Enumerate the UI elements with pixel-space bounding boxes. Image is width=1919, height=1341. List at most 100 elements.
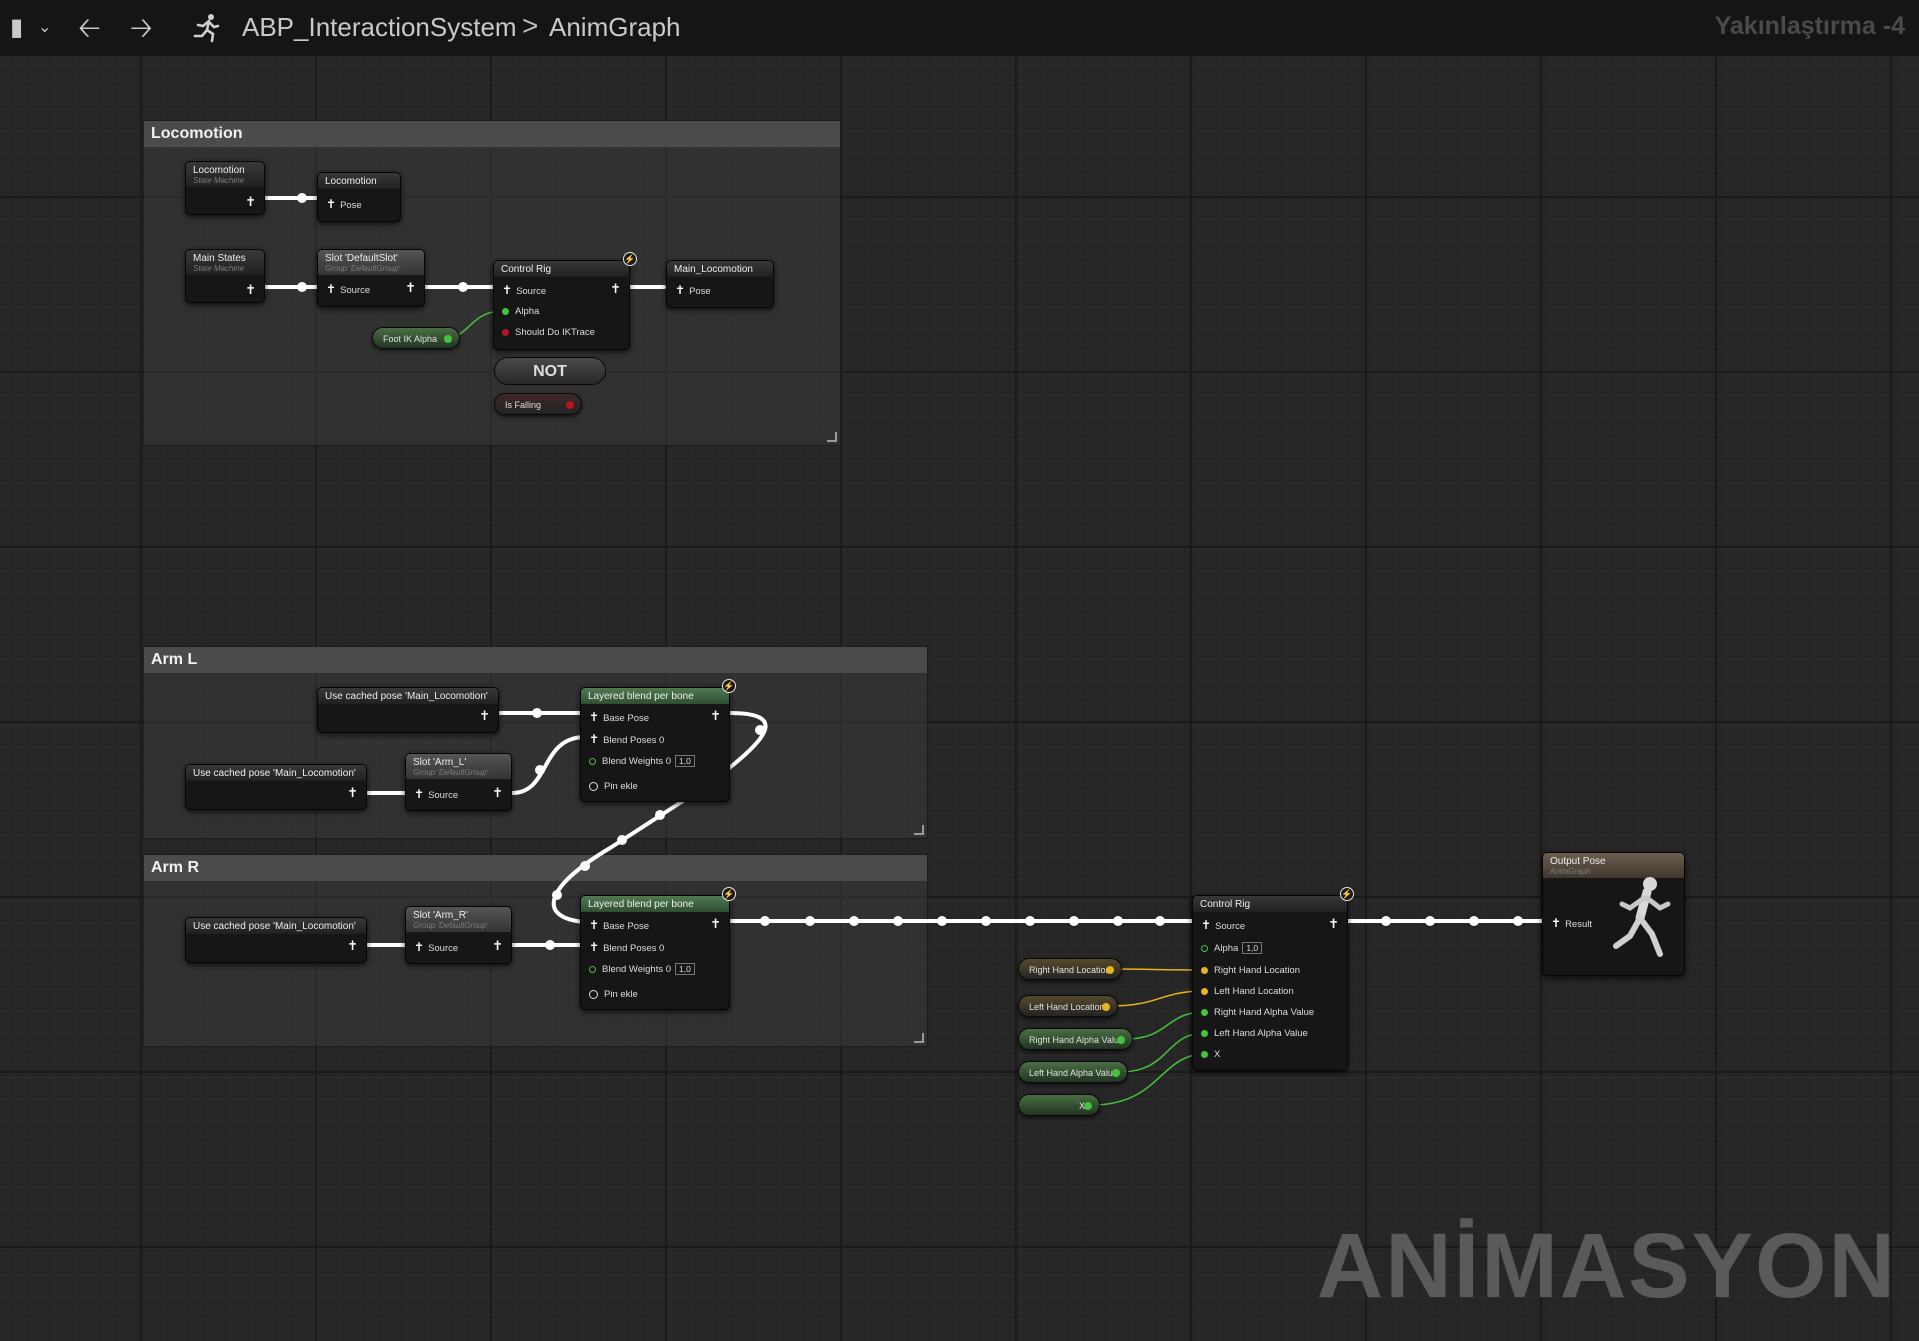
variable-label: Foot IK Alpha [383, 334, 438, 344]
pose-pin-icon: ✝ [326, 282, 337, 296]
pose-output-pin-icon[interactable]: ✝ [245, 282, 256, 298]
pin-label: Pose [689, 286, 711, 297]
state-machine-main-states-node[interactable]: Main States State Machine ✝ [185, 249, 265, 303]
right-hand-alpha-value-variable[interactable]: Right Hand Alpha Value [1018, 1028, 1133, 1050]
pose-output-pin-icon[interactable]: ✝ [492, 785, 503, 801]
not-boolean-node[interactable]: NOT [494, 357, 606, 385]
running-mannequin-icon [1613, 877, 1671, 957]
pose-output-pin-icon[interactable]: ✝ [1328, 916, 1339, 932]
float-pin-icon [502, 307, 509, 315]
x-variable[interactable]: X [1018, 1094, 1100, 1116]
pose-pin-icon: ✝ [675, 283, 686, 297]
pose-pin-icon: ✝ [326, 197, 337, 211]
float-pin-icon [1201, 1029, 1208, 1037]
pose-pin-icon: ✝ [1201, 918, 1212, 932]
node-title: Control Rig [501, 264, 552, 275]
vector-pin-icon [1201, 987, 1208, 995]
pose-pin-icon: ✝ [414, 940, 425, 954]
node-subtitle: State Machine [193, 264, 245, 273]
pose-pin-icon: ✝ [589, 710, 600, 724]
pin-label: Alpha [515, 306, 540, 317]
use-cached-pose-node[interactable]: Use cached pose 'Main_Locomotion' ✝ [185, 917, 367, 963]
blend-weight-input[interactable]: 1,0 [675, 755, 695, 767]
pin-label: Blend Poses 0 [603, 735, 665, 746]
right-hand-location-variable[interactable]: Right Hand Location [1018, 958, 1122, 980]
blend-weight-input[interactable]: 1,0 [675, 963, 695, 975]
pin-label: Result [1565, 919, 1592, 930]
node-title: Locomotion [325, 176, 377, 187]
pin-label: Left Hand Location [1214, 986, 1294, 997]
pose-pin-icon: ✝ [414, 787, 425, 801]
pose-output-pin-icon[interactable]: ✝ [610, 281, 621, 297]
float-pin-icon [589, 965, 596, 973]
slot-arm-r-node[interactable]: Slot 'Arm_R' Group 'DefaultGroup' ✝ Source… [405, 906, 512, 964]
pin-label: Blend Poses 0 [603, 943, 665, 954]
variable-label: Left Hand Alpha Value [1029, 1068, 1118, 1078]
foot-ik-alpha-variable[interactable]: Foot IK Alpha [372, 327, 460, 349]
node-title: Output Pose [1550, 856, 1606, 867]
pose-wire [510, 735, 586, 795]
pose-output-pin-icon[interactable]: ✝ [710, 708, 721, 724]
float-pin-icon [1117, 1036, 1125, 1044]
lightning-bolt-icon: ⚡ [722, 887, 736, 901]
node-title: Main_Locomotion [674, 264, 753, 275]
wire-beads [297, 193, 1523, 950]
save-cached-pose-main-locomotion-node[interactable]: Main_Locomotion ✝ Pose [666, 260, 774, 308]
lightning-bolt-icon: ⚡ [1340, 887, 1354, 901]
layered-blend-per-bone-node-l[interactable]: Layered blend per bone ✝ Base Pose ✝ ✝ Ble… [580, 687, 730, 802]
pin-label: Blend Weights 0 [602, 756, 672, 767]
variable-label: Left Hand Location [1029, 1002, 1105, 1012]
float-pin-icon [1112, 1069, 1120, 1077]
pose-pin-icon: ✝ [589, 918, 600, 932]
node-title: Layered blend per bone [588, 691, 694, 702]
pose-output-pin-icon[interactable]: ✝ [492, 938, 503, 954]
alpha-input[interactable]: 1,0 [1242, 942, 1263, 954]
state-machine-locomotion-node[interactable]: Locomotion State Machine ✝ [185, 161, 265, 215]
control-rig-hands-node[interactable]: Control Rig ✝ Source ✝ Alpha 1,0 Right Han… [1192, 895, 1348, 1071]
pin-label: Source [428, 790, 459, 801]
lightning-bolt-icon: ⚡ [623, 252, 637, 266]
pose-pin-icon: ✝ [589, 732, 600, 746]
pose-output-pin-icon[interactable]: ✝ [405, 280, 416, 296]
float-pin-icon [444, 335, 452, 343]
use-cached-pose-node[interactable]: Use cached pose 'Main_Locomotion' ✝ [185, 764, 367, 810]
pose-pin-icon: ✝ [589, 940, 600, 954]
pose-output-pin-icon[interactable]: ✝ [245, 194, 256, 210]
node-subtitle: Group 'DefaultGroup' [413, 768, 489, 777]
node-title: NOT [533, 363, 567, 380]
node-title: Use cached pose 'Main_Locomotion' [325, 691, 488, 702]
pose-output-pin-icon[interactable]: ✝ [479, 708, 490, 724]
pin-label: Right Hand Location [1214, 965, 1301, 976]
node-title: Use cached pose 'Main_Locomotion' [193, 768, 356, 779]
pose-output-pin-icon[interactable]: ✝ [710, 916, 721, 932]
pin-label: Blend Weights 0 [602, 964, 672, 975]
use-cached-pose-node[interactable]: Use cached pose 'Main_Locomotion' ✝ [317, 687, 499, 733]
node-title: Control Rig [1200, 899, 1251, 910]
vector-pin-icon [1201, 966, 1208, 974]
float-pin-icon [589, 757, 596, 765]
float-pin-icon [1201, 944, 1208, 952]
pose-output-pin-icon[interactable]: ✝ [347, 785, 358, 801]
add-pin-icon [589, 781, 598, 791]
pose-output-pin-icon[interactable]: ✝ [347, 938, 358, 954]
bool-pin-icon [502, 328, 509, 336]
save-cached-pose-locomotion-node[interactable]: Locomotion ✝ Pose [317, 172, 401, 222]
float-pin-icon [1201, 1050, 1208, 1058]
pin-label: Alpha [1214, 943, 1239, 954]
wire-layer [264, 193, 1552, 1106]
is-falling-variable[interactable]: Is Falling [494, 393, 582, 415]
slot-arm-l-node[interactable]: Slot 'Arm_L' Group 'DefaultGroup' ✝ Source… [405, 753, 512, 811]
node-title: Use cached pose 'Main_Locomotion' [193, 921, 356, 932]
node-title: Slot 'Arm_L' [413, 757, 467, 768]
pin-label: Pin ekle [604, 781, 638, 792]
pin-label: Source [340, 285, 371, 296]
node-subtitle: Group 'DefaultGroup' [325, 264, 401, 273]
node-subtitle: Group 'DefaultGroup' [413, 921, 489, 930]
add-pin-icon [589, 989, 598, 999]
left-hand-alpha-value-variable[interactable]: Left Hand Alpha Value [1018, 1061, 1128, 1083]
slot-default-node[interactable]: Slot 'DefaultSlot' Group 'DefaultGroup' ✝… [317, 249, 425, 307]
left-hand-location-variable[interactable]: Left Hand Location [1018, 995, 1118, 1017]
pin-label: Left Hand Alpha Value [1214, 1028, 1308, 1039]
control-rig-foot-ik-node[interactable]: Control Rig ✝ Source ✝ Alpha Should Do IK… [493, 260, 630, 350]
layered-blend-per-bone-node-r[interactable]: Layered blend per bone ✝ Base Pose ✝ ✝ Ble… [580, 895, 730, 1010]
